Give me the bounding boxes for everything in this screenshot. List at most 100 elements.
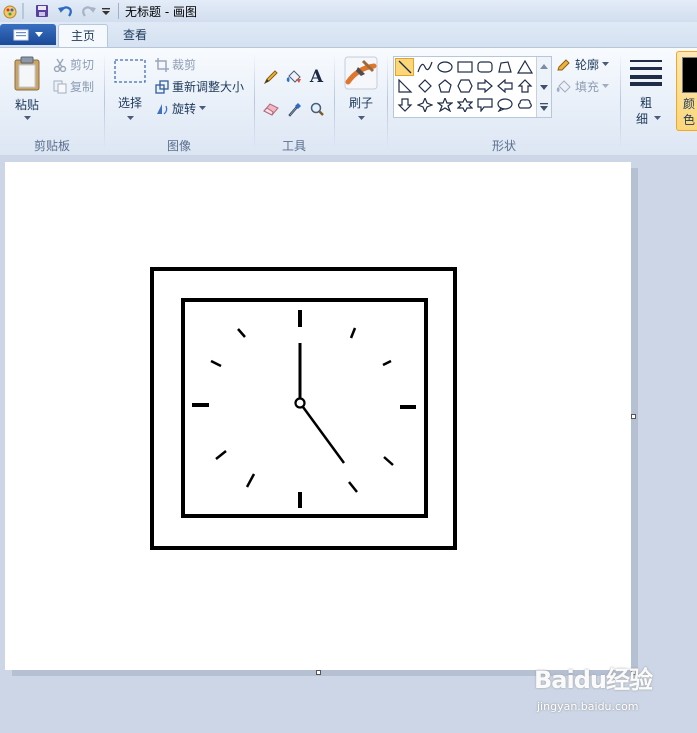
chevron-down-icon: [602, 84, 610, 88]
fill-button[interactable]: 填充: [556, 78, 610, 95]
resize-label: 重新调整大小: [172, 80, 245, 94]
oval-callout-shape-icon[interactable]: [495, 96, 514, 114]
group-divider: [104, 54, 105, 150]
rectangular-callout-shape-icon[interactable]: [475, 96, 494, 114]
pencil-tool-icon[interactable]: [260, 67, 281, 87]
size-button[interactable]: 粗 细: [624, 54, 668, 130]
four-point-star-shape-icon[interactable]: [415, 96, 434, 114]
cut-label: 剪切: [70, 58, 95, 72]
rounded-rectangle-shape-icon[interactable]: [475, 58, 494, 76]
right-arrow-shape-icon[interactable]: [475, 77, 494, 95]
image-group-label: 图像: [166, 139, 191, 153]
color1-button[interactable]: 颜 色: [676, 51, 697, 131]
ribbon-tab-bar: 主页 查看: [0, 22, 697, 48]
baidu-watermark: Baidu经验 jingyan.baidu.com: [534, 660, 653, 713]
color1-label-line1: 颜: [683, 97, 696, 111]
canvas-resize-handle-right[interactable]: [631, 414, 636, 419]
clock-hour-hand: [301, 406, 346, 464]
copy-label: 复制: [70, 80, 95, 94]
outline-pencil-icon: [557, 58, 570, 70]
magnifier-icon[interactable]: [306, 99, 327, 119]
watermark-logo: Baidu经验: [534, 666, 653, 694]
tab-view[interactable]: 查看: [112, 24, 158, 47]
group-divider: [254, 54, 255, 150]
paste-button[interactable]: 粘贴: [8, 54, 46, 126]
triangle-shape-icon[interactable]: [515, 58, 534, 76]
color-picker-icon[interactable]: [283, 99, 304, 119]
color1-label-line2: 色: [683, 113, 696, 127]
chevron-down-icon: [602, 62, 610, 66]
scroll-up-icon[interactable]: [537, 57, 551, 77]
resize-button[interactable]: 重新调整大小: [155, 78, 244, 95]
cloud-callout-shape-icon[interactable]: [515, 96, 534, 114]
chevron-down-icon: [127, 116, 134, 120]
size-label-line1: 粗: [639, 96, 652, 110]
fill-bucket-icon: [556, 79, 571, 93]
rotate-label: 旋转: [172, 102, 197, 116]
text-tool-icon[interactable]: A: [306, 67, 327, 87]
polygon-shape-icon[interactable]: [495, 58, 514, 76]
up-arrow-shape-icon[interactable]: [515, 77, 534, 95]
document-icon: [13, 29, 29, 40]
rotate-button[interactable]: 旋转: [155, 100, 207, 117]
ribbon: 粘贴 剪切 复制 剪贴板 选择 裁剪 重新调整大小 旋转 图像 A 工具 刷子 …: [0, 47, 697, 156]
right-triangle-shape-icon[interactable]: [395, 77, 414, 95]
chevron-down-icon: [199, 106, 207, 110]
shapes-gallery: [393, 56, 552, 118]
watermark-url: jingyan.baidu.com: [537, 700, 639, 713]
window-title: 无标题 - 画图: [125, 5, 197, 19]
scroll-down-icon[interactable]: [537, 77, 551, 97]
rectangle-shape-icon[interactable]: [455, 58, 474, 76]
pentagon-shape-icon[interactable]: [435, 77, 454, 95]
chevron-down-icon: [24, 116, 31, 120]
down-arrow-shape-icon[interactable]: [395, 96, 414, 114]
line-thickness-icon: [630, 60, 662, 86]
chevron-down-icon: [358, 116, 365, 120]
eraser-icon[interactable]: [260, 99, 281, 119]
brushes-label: 刷子: [348, 96, 373, 110]
redo-icon[interactable]: [80, 3, 98, 19]
rotate-icon: [157, 103, 168, 115]
tab-home[interactable]: 主页: [58, 24, 108, 48]
fill-bucket-icon[interactable]: [283, 67, 304, 87]
five-point-star-shape-icon[interactable]: [435, 96, 454, 114]
hexagon-shape-icon[interactable]: [455, 77, 474, 95]
fill-label: 填充: [575, 80, 600, 94]
clock-drawing: [150, 267, 457, 550]
customize-toolbar-chevron-icon[interactable]: [100, 3, 112, 19]
cut-button[interactable]: 剪切: [53, 56, 94, 73]
brush-icon: [344, 56, 378, 90]
shapes-scrollbar[interactable]: [536, 57, 551, 117]
crop-label: 裁剪: [172, 58, 197, 72]
expand-gallery-icon[interactable]: [537, 97, 551, 117]
line-shape-icon[interactable]: [395, 58, 414, 76]
six-point-star-shape-icon[interactable]: [455, 96, 474, 114]
diamond-shape-icon[interactable]: [415, 77, 434, 95]
undo-icon[interactable]: [56, 3, 74, 19]
group-divider: [387, 54, 388, 150]
toolbar-separator: [22, 3, 24, 19]
current-color-swatch: [682, 57, 697, 93]
drawing-canvas[interactable]: [5, 162, 631, 670]
resize-icon: [155, 79, 169, 94]
canvas-resize-handle-bottom[interactable]: [316, 670, 321, 675]
copy-icon: [53, 80, 67, 93]
crop-button[interactable]: 裁剪: [155, 56, 196, 73]
scissors-icon: [53, 58, 67, 72]
outline-button[interactable]: 轮廓: [556, 56, 610, 73]
save-icon[interactable]: [34, 3, 50, 19]
clipboard-icon: [14, 56, 40, 91]
copy-button[interactable]: 复制: [53, 78, 94, 95]
oval-shape-icon[interactable]: [435, 58, 454, 76]
file-menu-button[interactable]: [0, 24, 56, 45]
selection-rectangle-icon: [114, 59, 146, 83]
select-button[interactable]: 选择: [110, 54, 150, 126]
paint-app-icon[interactable]: [2, 3, 18, 19]
tools-group-label: 工具: [281, 139, 306, 153]
curve-shape-icon[interactable]: [415, 58, 434, 76]
title-separator: [118, 3, 119, 19]
left-arrow-shape-icon[interactable]: [495, 77, 514, 95]
select-label: 选择: [117, 96, 142, 110]
clock-center-pivot: [294, 397, 306, 409]
brushes-button[interactable]: 刷子: [340, 54, 382, 126]
